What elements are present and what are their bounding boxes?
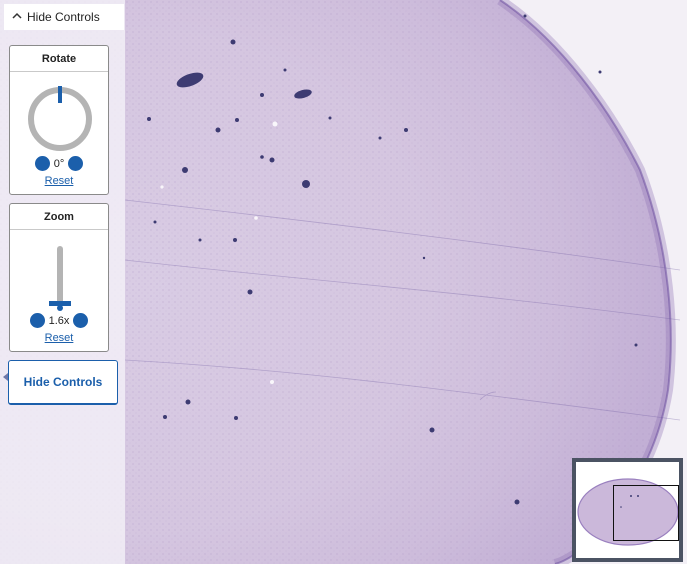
navigator-viewport[interactable] [613,485,679,541]
rotate-dial-icon[interactable] [27,86,93,152]
zoom-title: Zoom [10,204,108,230]
zoom-reset-link[interactable]: Reset [10,332,108,344]
rotate-right-button[interactable] [68,156,84,171]
zoom-slider-dot [57,305,63,311]
zoom-out-button[interactable] [29,313,45,328]
zoom-value: 1.6x [48,314,70,327]
hide-controls-button[interactable]: Hide Controls [8,360,118,405]
rotate-left-button[interactable] [34,156,50,171]
zoom-slider-icon[interactable] [57,246,63,306]
navigator-image[interactable] [576,462,679,558]
rotate-reset-link[interactable]: Reset [10,175,108,187]
zoom-in-button[interactable] [73,313,89,328]
rotate-stepper: 0° [10,156,108,171]
zoom-panel: Zoom 1.6x Reset [9,203,109,352]
rotate-panel: Rotate 0° Reset [9,45,109,195]
rotate-value: 0° [53,157,65,170]
navigator-thumbnail[interactable] [572,458,683,562]
controls-sidebar: Hide Controls Rotate 0° Reset Zoom 1.6x … [0,0,125,564]
chevron-up-icon [12,12,22,23]
hide-controls-toggle[interactable]: Hide Controls [4,4,124,30]
hide-controls-toggle-label: Hide Controls [27,10,100,24]
rotate-title: Rotate [10,46,108,72]
zoom-stepper: 1.6x [10,313,108,328]
